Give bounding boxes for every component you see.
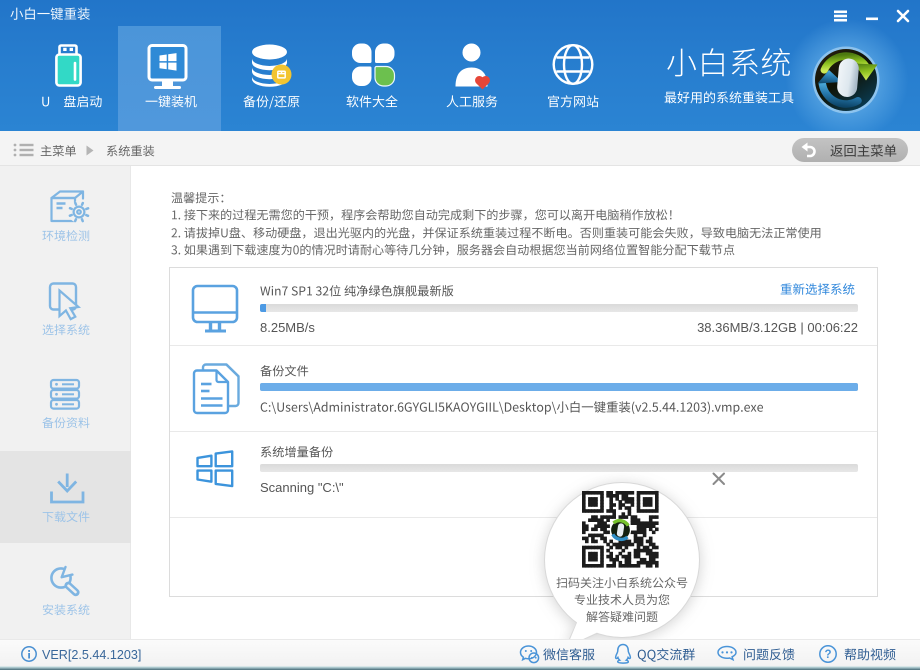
svg-text:?: ? xyxy=(824,649,831,661)
